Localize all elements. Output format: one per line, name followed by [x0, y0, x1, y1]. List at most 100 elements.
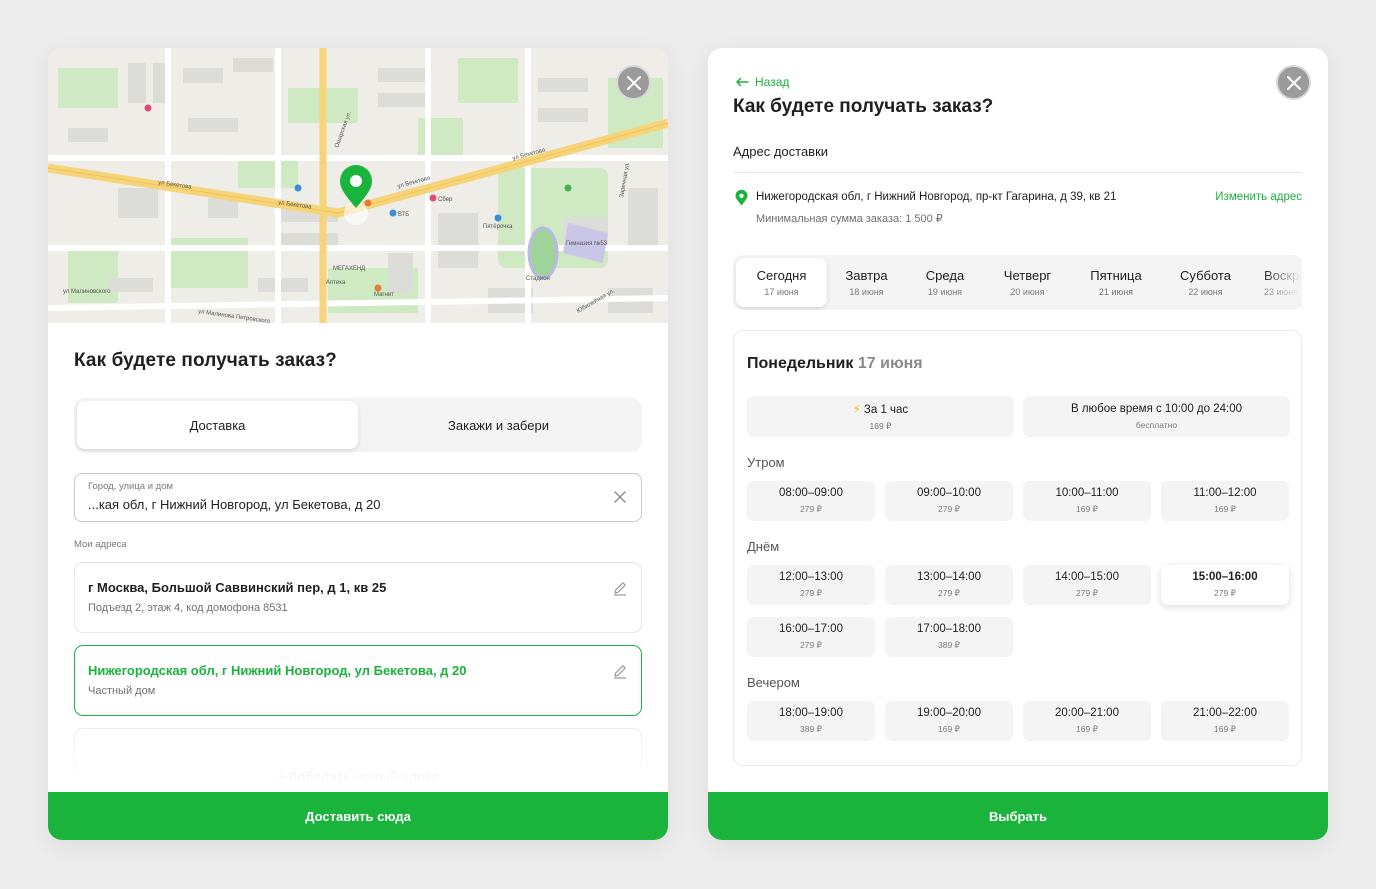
tab-delivery[interactable]: Доставка — [77, 401, 358, 449]
clear-icon[interactable] — [613, 490, 627, 504]
day-tab[interactable]: Сегодня 17 июня — [736, 258, 827, 307]
anytime-delivery-option[interactable]: В любое время с 10:00 до 24:00 бесплатно — [1023, 396, 1290, 437]
time-slot[interactable]: 09:00–10:00 279 ₽ — [885, 481, 1013, 521]
time-slot[interactable]: 12:00–13:00 279 ₽ — [747, 565, 875, 605]
time-slot[interactable]: 14:00–15:00 279 ₽ — [1023, 565, 1151, 605]
anytime-delivery-title: В любое время с 10:00 до 24:00 — [1070, 403, 1242, 415]
min-order-amount: Минимальная сумма заказа: 1 500 ₽ — [756, 213, 943, 225]
anytime-delivery-price: бесплатно — [1135, 420, 1178, 430]
back-button[interactable]: Назад — [735, 75, 789, 89]
day-date: 22 июня — [1188, 287, 1223, 297]
address-input-value[interactable]: ...кая обл, г Нижний Новгород, ул Бекето… — [88, 497, 628, 512]
select-button[interactable]: Выбрать — [708, 792, 1328, 840]
map[interactable]: ул Бекетова ул Бекетова ул Бекетова ул Б… — [48, 48, 668, 323]
day-tab[interactable]: Завтра 18 июня — [827, 258, 906, 307]
saved-address-card-selected[interactable]: Нижегородская обл, г Нижний Новгород, ул… — [74, 645, 642, 716]
time-slot[interactable]: 21:00–22:00 169 ₽ — [1161, 701, 1289, 741]
close-icon — [626, 75, 641, 90]
time-slots-panel: Понедельник 17 июня ⚡ За 1 час 169 ₽ В лю… — [733, 330, 1302, 766]
slot-time: 11:00–12:00 — [1193, 487, 1257, 499]
modal-title: Как будете получать заказ? — [733, 96, 994, 117]
saved-address-details: Подъезд 2, этаж 4, код домофона 8531 — [88, 602, 288, 614]
saved-address-card[interactable]: г Москва, Большой Саввинский пер, д 1, к… — [74, 562, 642, 633]
day-name: Суббота — [1180, 268, 1231, 283]
day-tab[interactable]: Среда 19 июня — [906, 258, 984, 307]
slot-time: 08:00–09:00 — [779, 487, 843, 499]
selected-day-heading: Понедельник 17 июня — [747, 355, 923, 373]
slot-time: 13:00–14:00 — [917, 571, 981, 583]
map-poi-label: Гимназия №53 — [566, 240, 608, 247]
modal-title: Как будете получать заказ? — [74, 350, 337, 371]
arrow-left-icon — [736, 77, 749, 87]
day-date: 17 июня — [764, 287, 799, 297]
time-slot[interactable]: 13:00–14:00 279 ₽ — [885, 565, 1013, 605]
express-delivery-option[interactable]: ⚡ За 1 час 169 ₽ — [747, 396, 1014, 437]
day-tab[interactable]: Пятница 21 июня — [1071, 258, 1161, 307]
time-slot[interactable]: 16:00–17:00 279 ₽ — [747, 617, 875, 657]
edit-icon[interactable] — [612, 663, 628, 679]
slot-time: 09:00–10:00 — [917, 487, 981, 499]
selected-day-date: 17 июня — [857, 355, 923, 372]
time-slot[interactable]: 18:00–19:00 389 ₽ — [747, 701, 875, 741]
time-slot[interactable]: 08:00–09:00 279 ₽ — [747, 481, 875, 521]
express-delivery-title: ⚡ За 1 час — [853, 402, 908, 416]
express-delivery-label: За 1 час — [863, 403, 909, 416]
tab-pickup[interactable]: Закажи и забери — [358, 401, 639, 449]
slot-time: 15:00–16:00 — [1192, 571, 1258, 583]
slot-price: 169 ₽ — [1076, 504, 1098, 514]
close-button[interactable] — [1276, 65, 1311, 100]
lightning-icon: ⚡ — [852, 403, 861, 416]
time-slot[interactable]: 11:00–12:00 169 ₽ — [1161, 481, 1289, 521]
map-poi-label: Сбер — [438, 197, 453, 203]
day-date: 20 июня — [1010, 287, 1045, 297]
day-tab[interactable]: Воскресенье 23 июня — [1250, 258, 1302, 307]
deliver-here-button[interactable]: Доставить сюда — [48, 792, 668, 840]
saved-address-title: г Москва, Большой Саввинский пер, д 1, к… — [88, 580, 387, 595]
close-button[interactable] — [616, 65, 651, 100]
group-label-evening: Вечером — [747, 675, 800, 690]
map-poi-label: Стадион — [526, 276, 550, 282]
time-slot[interactable]: 19:00–20:00 169 ₽ — [885, 701, 1013, 741]
delivery-address-modal: ул Бекетова ул Бекетова ул Бекетова ул Б… — [48, 48, 668, 840]
selected-day-name: Понедельник — [747, 355, 854, 372]
map-street-label: ул Малиновского — [63, 289, 111, 295]
slot-price: 169 ₽ — [1076, 724, 1098, 734]
saved-address-details: Частный дом — [88, 685, 156, 697]
time-slot[interactable]: 10:00–11:00 169 ₽ — [1023, 481, 1151, 521]
map-poi-label: ВТБ — [398, 212, 409, 218]
slot-time: 14:00–15:00 — [1055, 571, 1119, 583]
delivery-method-tabs: Доставка Закажи и забери — [74, 398, 642, 452]
map-poi-label: МЕГАХЕНД — [333, 266, 365, 272]
time-slot-selected[interactable]: 15:00–16:00 279 ₽ — [1161, 565, 1289, 605]
slot-price: 389 ₽ — [938, 640, 960, 650]
slot-price: 169 ₽ — [1214, 724, 1236, 734]
map-poi-label: Магнит — [374, 292, 394, 298]
day-tab[interactable]: Четверг 20 июня — [984, 258, 1071, 307]
day-name: Воскресенье — [1264, 268, 1302, 283]
group-label-day: Днём — [747, 539, 780, 554]
slot-price: 279 ₽ — [800, 588, 822, 598]
add-address-button[interactable]: + Добавить новый адрес — [74, 728, 642, 788]
slot-price: 279 ₽ — [1214, 588, 1236, 598]
time-slot[interactable]: 20:00–21:00 169 ₽ — [1023, 701, 1151, 741]
delivery-address: Нижегородская обл, г Нижний Новгород, пр… — [756, 191, 1117, 203]
delivery-address-heading: Адрес доставки — [733, 144, 829, 159]
map-poi-label: Пятёрочка — [483, 224, 513, 230]
map-canvas[interactable]: ул Бекетова ул Бекетова ул Бекетова ул Б… — [48, 48, 668, 323]
change-address-link[interactable]: Изменить адрес — [1215, 191, 1302, 203]
slot-time: 21:00–22:00 — [1193, 707, 1257, 719]
time-slot[interactable]: 17:00–18:00 389 ₽ — [885, 617, 1013, 657]
slot-time: 10:00–11:00 — [1055, 487, 1119, 499]
edit-icon[interactable] — [612, 580, 628, 596]
slot-time: 16:00–17:00 — [779, 623, 843, 635]
slot-price: 279 ₽ — [1076, 588, 1098, 598]
express-delivery-price: 169 ₽ — [869, 420, 892, 431]
location-pin-icon — [735, 190, 748, 206]
address-input[interactable]: Город, улица и дом ...кая обл, г Нижний … — [74, 473, 642, 522]
slot-price: 169 ₽ — [1214, 504, 1236, 514]
close-icon — [1286, 75, 1301, 90]
map-poi-label: Аптека — [326, 280, 346, 286]
day-tab[interactable]: Суббота 22 июня — [1161, 258, 1250, 307]
day-name: Четверг — [1003, 268, 1052, 283]
my-addresses-label: Мои адреса — [74, 539, 127, 550]
